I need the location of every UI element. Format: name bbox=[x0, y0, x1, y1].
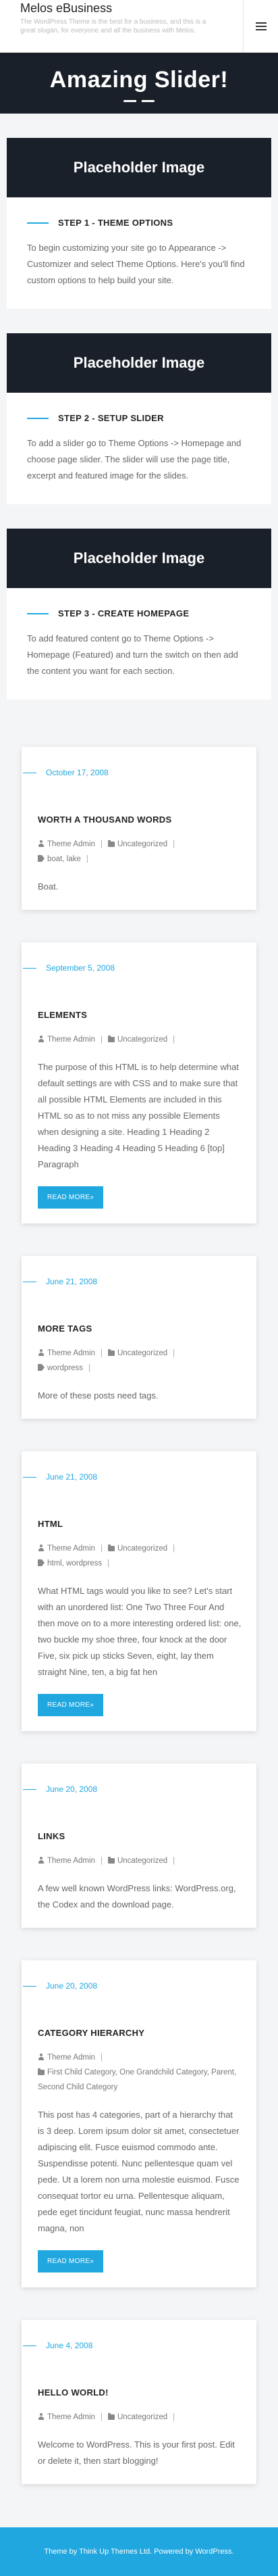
post-author[interactable]: Theme Admin bbox=[47, 2053, 95, 2062]
feature-text: To add a slider go to Theme Options -> H… bbox=[27, 438, 242, 481]
menu-toggle-button[interactable] bbox=[243, 0, 278, 53]
post-author[interactable]: Theme Admin bbox=[47, 1349, 95, 1357]
post-date[interactable]: June 21, 2008 bbox=[38, 1256, 242, 1307]
folder-icon bbox=[107, 1036, 115, 1042]
post-category[interactable]: Uncategorized bbox=[117, 840, 167, 848]
post-author[interactable]: Theme Admin bbox=[47, 1857, 95, 1865]
placeholder-image[interactable]: Placeholder Image bbox=[7, 138, 271, 197]
post-meta: Theme Admin | First Child Category, One G… bbox=[38, 2053, 237, 2091]
read-more-button[interactable]: READ MORE» bbox=[38, 1694, 104, 1716]
folder-icon bbox=[38, 2068, 45, 2075]
post-category[interactable]: Uncategorized bbox=[117, 1545, 167, 1553]
post-excerpt: What HTML tags would you like to see? Le… bbox=[38, 1586, 242, 1677]
user-icon bbox=[38, 1349, 45, 1356]
tag-icon bbox=[38, 1364, 45, 1371]
post-title[interactable]: CATEGORY HIERARCHY bbox=[38, 2028, 242, 2038]
post-title[interactable]: HELLO WORLD! bbox=[38, 2387, 242, 2398]
post-list: October 17, 2008 WORTH A THOUSAND WORDS … bbox=[0, 747, 278, 2484]
user-icon bbox=[38, 2413, 45, 2420]
hamburger-icon bbox=[255, 22, 267, 30]
post-author[interactable]: Theme Admin bbox=[47, 1036, 95, 1044]
post-meta: Theme Admin | Uncategorized | bbox=[38, 1032, 242, 1047]
post-category[interactable]: Uncategorized bbox=[117, 1349, 167, 1357]
post-excerpt: This post has 4 categories, part of a hi… bbox=[38, 2110, 240, 2233]
post-excerpt: Welcome to WordPress. This is your first… bbox=[38, 2439, 235, 2466]
user-icon bbox=[38, 840, 45, 847]
post-date[interactable]: June 4, 2008 bbox=[38, 2320, 242, 2371]
post-meta: Theme Admin | Uncategorized | html, wordpre… bbox=[38, 1541, 242, 1571]
post-card: June 20, 2008 LINKS Theme Admin | Uncatego… bbox=[7, 1764, 271, 1928]
post-meta: Theme Admin | Uncategorized | boat, lake | bbox=[38, 837, 242, 867]
placeholder-image[interactable]: Placeholder Image bbox=[7, 529, 271, 588]
hero-underline bbox=[123, 100, 155, 102]
post-meta: Theme Admin | Uncategorized | bbox=[38, 1853, 242, 1868]
post-card: June 4, 2008 HELLO WORLD! Theme Admin | Un… bbox=[7, 2320, 271, 2484]
post-excerpt: The purpose of this HTML is to help dete… bbox=[38, 1062, 239, 1169]
post-category[interactable]: Uncategorized bbox=[117, 1857, 167, 1865]
post-author[interactable]: Theme Admin bbox=[47, 2413, 95, 2421]
folder-icon bbox=[107, 1545, 115, 1551]
post-card: June 20, 2008 CATEGORY HIERARCHY Theme A… bbox=[7, 1960, 271, 2287]
post-tags[interactable]: html, wordpress bbox=[47, 1559, 102, 1568]
post-author[interactable]: Theme Admin bbox=[47, 840, 95, 848]
tag-icon bbox=[38, 1559, 45, 1566]
read-more-button[interactable]: READ MORE» bbox=[38, 1186, 104, 1209]
post-card: June 21, 2008 HTML Theme Admin | Uncategor… bbox=[7, 1451, 271, 1731]
post-date[interactable]: June 21, 2008 bbox=[38, 1451, 242, 1503]
user-icon bbox=[38, 1036, 45, 1042]
post-author[interactable]: Theme Admin bbox=[47, 1545, 95, 1553]
hero-title: Amazing Slider! bbox=[49, 67, 229, 93]
post-excerpt: Boat. bbox=[38, 881, 59, 892]
post-title[interactable]: ELEMENTS bbox=[38, 1010, 242, 1020]
post-meta: Theme Admin | Uncategorized | bbox=[38, 2410, 242, 2425]
folder-icon bbox=[107, 1349, 115, 1356]
user-icon bbox=[38, 2053, 45, 2060]
post-date[interactable]: June 20, 2008 bbox=[38, 1960, 242, 2012]
folder-icon bbox=[107, 2413, 115, 2420]
feature-box-1: Placeholder Image STEP 1 - THEME OPTIONS… bbox=[7, 138, 271, 309]
post-category[interactable]: First Child Category, One Grandchild Cat… bbox=[38, 2068, 236, 2091]
feature-title[interactable]: STEP 3 - CREATE HOMEPAGE bbox=[27, 608, 251, 618]
site-footer: Theme by Think Up Themes Ltd. Powered by… bbox=[0, 2527, 278, 2576]
user-icon bbox=[38, 1545, 45, 1551]
site-header: Melos eBusiness The WordPress Theme is t… bbox=[0, 0, 278, 53]
post-date[interactable]: October 17, 2008 bbox=[38, 747, 242, 798]
tag-icon bbox=[38, 855, 45, 862]
site-description: The WordPress Theme is the best for a bu… bbox=[20, 18, 206, 34]
post-date[interactable]: September 5, 2008 bbox=[38, 942, 242, 994]
post-category[interactable]: Uncategorized bbox=[117, 2413, 167, 2421]
user-icon bbox=[38, 1857, 45, 1864]
feature-title[interactable]: STEP 2 - SETUP SLIDER bbox=[27, 413, 251, 423]
post-title[interactable]: LINKS bbox=[38, 1831, 242, 1841]
post-title[interactable]: HTML bbox=[38, 1519, 242, 1529]
folder-icon bbox=[107, 840, 115, 847]
site-title[interactable]: Melos eBusiness bbox=[20, 1, 112, 16]
post-excerpt: More of these posts need tags. bbox=[38, 1390, 159, 1401]
placeholder-image[interactable]: Placeholder Image bbox=[7, 333, 271, 393]
feature-box-3: Placeholder Image STEP 3 - CREATE HOMEPA… bbox=[7, 529, 271, 700]
post-meta: Theme Admin | Uncategorized | wordpress | bbox=[38, 1346, 242, 1376]
post-category[interactable]: Uncategorized bbox=[117, 1036, 167, 1044]
post-title[interactable]: WORTH A THOUSAND WORDS bbox=[38, 815, 242, 825]
feature-text: To add featured content go to Theme Opti… bbox=[27, 633, 238, 676]
post-tags[interactable]: wordpress bbox=[47, 1364, 83, 1372]
post-date[interactable]: June 20, 2008 bbox=[38, 1764, 242, 1815]
folder-icon bbox=[107, 1857, 115, 1864]
post-title[interactable]: MORE TAGS bbox=[38, 1323, 242, 1334]
post-card: October 17, 2008 WORTH A THOUSAND WORDS … bbox=[7, 747, 271, 910]
feature-box-2: Placeholder Image STEP 2 - SETUP SLIDER … bbox=[7, 333, 271, 504]
footer-credits[interactable]: Theme by Think Up Themes Ltd. Powered by… bbox=[44, 2548, 233, 2556]
feature-title[interactable]: STEP 1 - THEME OPTIONS bbox=[27, 218, 251, 228]
post-tags[interactable]: boat, lake bbox=[47, 855, 81, 863]
post-card: September 5, 2008 ELEMENTS Theme Admin | U… bbox=[7, 942, 271, 1223]
read-more-button[interactable]: READ MORE» bbox=[38, 2250, 104, 2273]
feature-text: To begin customizing your site go to App… bbox=[27, 243, 245, 285]
post-card: June 21, 2008 MORE TAGS Theme Admin | Unca… bbox=[7, 1256, 271, 1419]
post-excerpt: A few well known WordPress links: WordPr… bbox=[38, 1883, 236, 1910]
hero-slider: Amazing Slider! bbox=[0, 53, 278, 114]
